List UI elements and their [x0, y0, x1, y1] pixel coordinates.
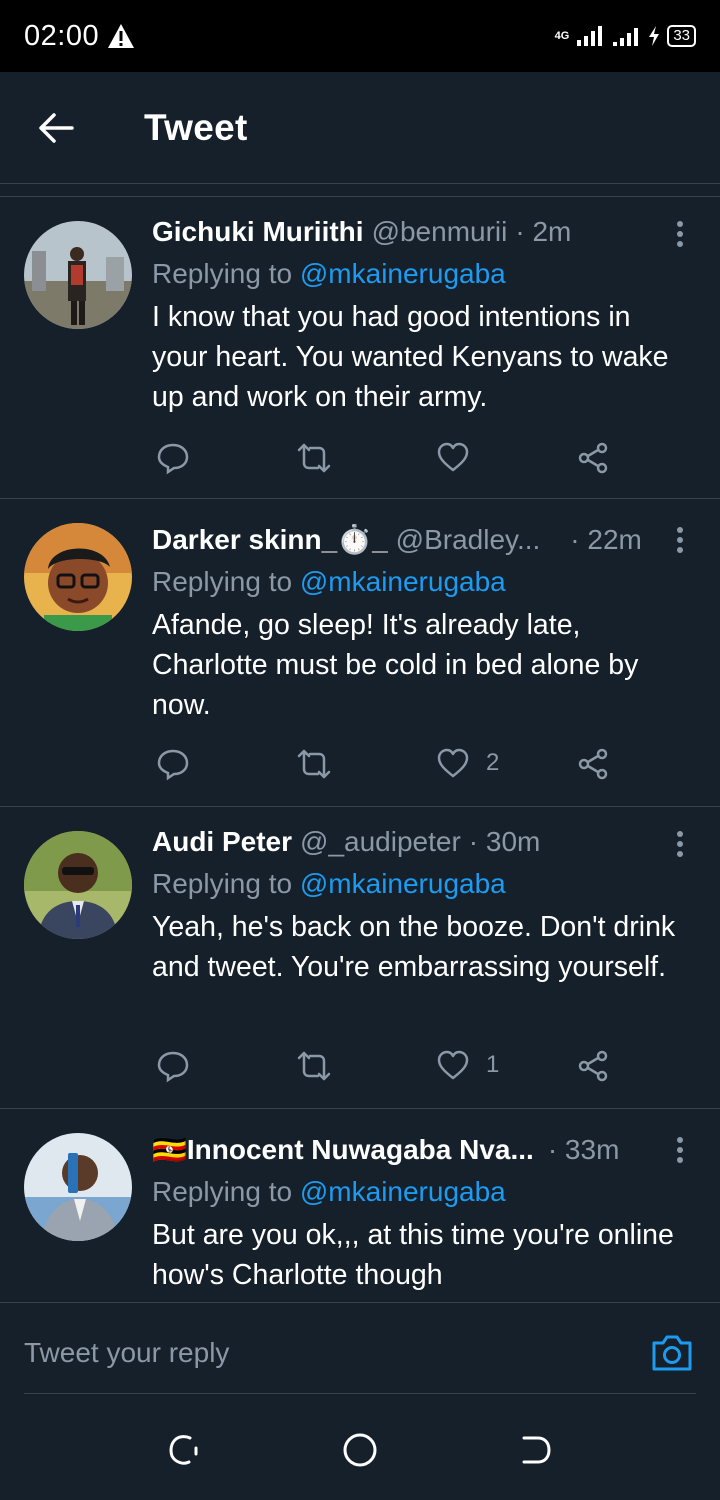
- reply-icon: [157, 749, 189, 781]
- retweet-button[interactable]: [296, 747, 332, 781]
- mention-link[interactable]: @mkainerugaba: [300, 566, 506, 597]
- tweet-header: Audi Peter @_audipeter · 30m: [152, 825, 680, 859]
- back-button[interactable]: [0, 72, 112, 184]
- signal-icon-2: [613, 28, 639, 46]
- share-icon: [578, 748, 608, 780]
- reply-composer: Tweet your reply: [0, 1302, 720, 1395]
- avatar-image: [24, 831, 132, 939]
- replying-to: Replying to @mkainerugaba: [152, 1175, 680, 1209]
- reply-button[interactable]: [156, 1049, 190, 1083]
- tweet-header: Gichuki Muriithi @benmurii · 2m: [152, 215, 680, 249]
- more-options-icon[interactable]: [672, 527, 688, 553]
- avatar[interactable]: [24, 221, 132, 329]
- share-icon: [578, 1050, 608, 1082]
- retweet-icon: [297, 749, 331, 779]
- reply-button[interactable]: [156, 441, 190, 475]
- home-icon[interactable]: [342, 1432, 378, 1468]
- retweet-button[interactable]: [296, 441, 332, 475]
- status-indicators: 4G 33: [555, 24, 696, 48]
- tweet-actions: 1: [152, 1049, 632, 1089]
- replying-prefix: Replying to: [152, 566, 300, 597]
- tweet-text: Yeah, he's back on the booze. Don't drin…: [152, 911, 676, 983]
- avatar-image: [24, 1133, 132, 1241]
- author-name[interactable]: Darker skinn_⏱️_: [152, 523, 388, 557]
- tweet-actions: [152, 441, 632, 481]
- warning-triangle-icon: [108, 24, 135, 48]
- replying-prefix: Replying to: [152, 1176, 300, 1207]
- tweet-header: Darker skinn_⏱️_ @Bradley... · 22m: [152, 523, 680, 557]
- share-icon: [578, 442, 608, 474]
- like-button[interactable]: 2: [436, 747, 499, 779]
- more-options-icon[interactable]: [672, 831, 688, 857]
- reply-tweet[interactable]: Audi Peter @_audipeter · 30m Replying to…: [0, 807, 720, 1109]
- like-count: 2: [486, 749, 500, 776]
- like-count: 1: [486, 1051, 500, 1078]
- replying-prefix: Replying to: [152, 258, 300, 289]
- more-options-icon[interactable]: [672, 221, 688, 247]
- retweet-icon: [297, 1051, 331, 1081]
- network-type: 4G: [554, 30, 570, 42]
- tweet-actions: 2: [152, 747, 632, 787]
- tweet-time: · 33m: [547, 1134, 620, 1165]
- author-name[interactable]: Audi Peter: [152, 825, 292, 859]
- replying-to: Replying to @mkainerugaba: [152, 257, 680, 291]
- tweet-header: 🇺🇬Innocent Nuwagaba Nva... · 33m: [152, 1133, 680, 1167]
- reply-input[interactable]: Tweet your reply: [24, 1337, 229, 1369]
- page-title: Tweet: [144, 106, 248, 148]
- retweet-icon: [297, 443, 331, 473]
- heart-icon: [437, 748, 469, 778]
- more-options-icon[interactable]: [672, 1137, 688, 1163]
- battery-level: 33: [667, 25, 696, 47]
- replying-to: Replying to @mkainerugaba: [152, 565, 680, 599]
- replying-to: Replying to @mkainerugaba: [152, 867, 680, 901]
- camera-icon[interactable]: [650, 1333, 694, 1373]
- share-button[interactable]: [576, 441, 610, 475]
- tweet-text: But are you ok,,, at this time you're on…: [152, 1219, 674, 1291]
- reply-tweet[interactable]: Darker skinn_⏱️_ @Bradley... · 22m Reply…: [0, 499, 720, 807]
- reply-tweet[interactable]: 🇺🇬Innocent Nuwagaba Nva... · 33m Replyin…: [0, 1109, 720, 1302]
- mention-link[interactable]: @mkainerugaba: [300, 868, 506, 899]
- tweet-time: · 22m: [570, 524, 642, 555]
- reply-button[interactable]: [156, 747, 190, 781]
- avatar-image: [24, 221, 132, 329]
- back-nav-icon[interactable]: [518, 1432, 554, 1468]
- status-bar: 02:00 4G 33: [0, 0, 720, 72]
- avatar[interactable]: [24, 1133, 132, 1241]
- tweet-text: Afande, go sleep! It's already late, Cha…: [152, 609, 639, 721]
- tweet-text: I know that you had good intentions in y…: [152, 301, 669, 413]
- status-time: 02:00: [24, 19, 100, 52]
- recents-icon[interactable]: [166, 1432, 202, 1468]
- signal-icon: [577, 26, 603, 46]
- mention-link[interactable]: @mkainerugaba: [300, 1176, 506, 1207]
- avatar-image: [24, 523, 132, 631]
- charging-icon: [649, 26, 660, 46]
- avatar[interactable]: [24, 523, 132, 631]
- tweet-time: · 30m: [468, 826, 541, 857]
- top-app-bar: Tweet: [0, 72, 720, 184]
- reply-tweet[interactable]: Gichuki Muriithi @benmurii · 2m Replying…: [0, 197, 720, 499]
- tweet-time: · 2m: [515, 216, 572, 247]
- author-handle[interactable]: @benmurii: [372, 215, 508, 249]
- replying-prefix: Replying to: [152, 868, 300, 899]
- mention-link[interactable]: @mkainerugaba: [300, 258, 506, 289]
- avatar[interactable]: [24, 831, 132, 939]
- author-handle[interactable]: @_audipeter: [300, 825, 461, 859]
- share-button[interactable]: [576, 747, 610, 781]
- author-handle[interactable]: @Bradley...: [396, 523, 541, 557]
- reply-icon: [157, 443, 189, 475]
- heart-icon: [437, 442, 469, 472]
- system-nav-bar: [0, 1394, 720, 1500]
- retweet-button[interactable]: [296, 1049, 332, 1083]
- share-button[interactable]: [576, 1049, 610, 1083]
- heart-icon: [437, 1050, 469, 1080]
- reply-icon: [157, 1051, 189, 1083]
- author-name[interactable]: Gichuki Muriithi: [152, 215, 364, 249]
- like-button[interactable]: 1: [436, 1049, 499, 1081]
- arrow-left-icon: [39, 112, 74, 143]
- author-name[interactable]: 🇺🇬Innocent Nuwagaba Nva...: [152, 1133, 534, 1167]
- like-button[interactable]: [436, 441, 486, 473]
